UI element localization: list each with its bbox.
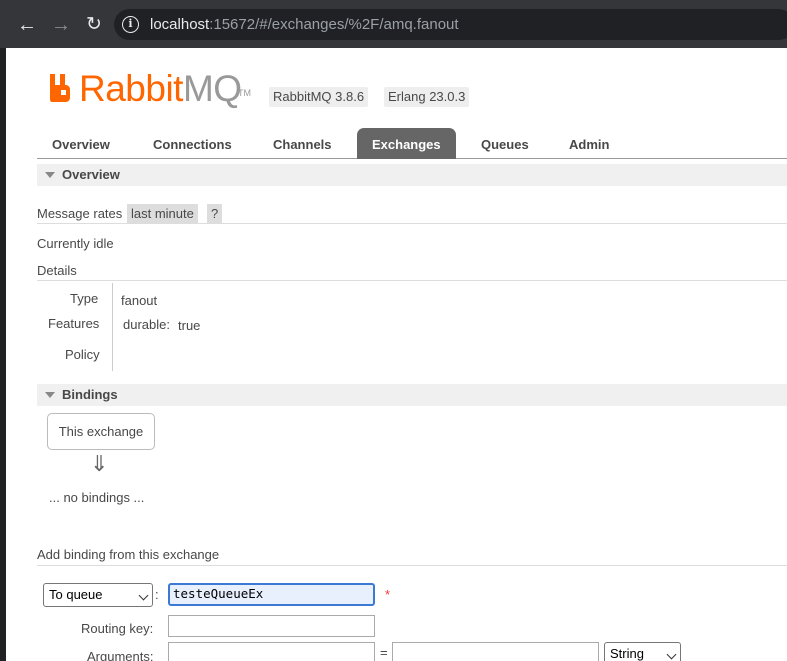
add-binding-title: Add binding from this exchange: [37, 547, 220, 562]
policy-label: Policy: [65, 347, 100, 362]
url-host: localhost: [150, 16, 210, 33]
bindings-heading: Bindings: [62, 387, 118, 402]
destination-queue-input[interactable]: testeQueueEx: [168, 583, 375, 606]
durable-key: durable:: [123, 317, 170, 332]
argument-type-select[interactable]: String: [604, 642, 681, 661]
page-content: RabbitMQ TM RabbitMQ 3.8.6 Erlang 23.0.3…: [6, 48, 787, 661]
details-label: Details: [37, 263, 77, 278]
tab-exchanges[interactable]: Exchanges: [357, 128, 456, 159]
tab-queues[interactable]: Queues: [466, 128, 544, 159]
destination-type-select[interactable]: To queue: [43, 583, 153, 607]
site-info-icon[interactable]: i: [122, 16, 139, 33]
url-text[interactable]: localhost:15672/#/exchanges/%2F/amq.fano…: [150, 16, 459, 33]
argument-value-input[interactable]: [392, 642, 599, 661]
status-text: Currently idle: [37, 236, 114, 251]
arguments-label: Arguments:: [87, 649, 154, 661]
back-arrow-icon[interactable]: ←: [14, 12, 40, 38]
message-rates-label: Message rates: [37, 206, 123, 221]
routing-key-input[interactable]: [168, 615, 375, 637]
rabbitmq-logo-icon: [50, 74, 70, 102]
logo-rabbit-text: Rabbit: [79, 68, 183, 109]
collapse-triangle-icon: [45, 392, 55, 398]
details-separator: [112, 283, 113, 371]
tab-connections[interactable]: Connections: [138, 128, 247, 159]
tab-admin[interactable]: Admin: [554, 128, 624, 159]
features-label: Features: [48, 316, 100, 331]
logo-mq-text: MQ: [182, 68, 242, 109]
required-mark: *: [385, 587, 391, 602]
help-button[interactable]: ?: [207, 204, 223, 223]
no-bindings-text: ... no bindings ...: [49, 490, 145, 505]
app-root: ← → ↻ i localhost:15672/#/exchanges/%2F/…: [0, 0, 787, 661]
overview-section-header[interactable]: Overview: [37, 164, 787, 186]
bindings-section-header[interactable]: Bindings: [37, 384, 787, 406]
address-bar[interactable]: i localhost:15672/#/exchanges/%2F/amq.fa…: [114, 9, 787, 40]
destination-type-value: To queue: [49, 587, 103, 602]
tab-overview[interactable]: Overview: [37, 128, 125, 159]
destination-colon: :: [155, 587, 159, 602]
durable-value: true: [178, 318, 201, 333]
logo-trademark: TM: [238, 88, 251, 98]
url-path: :15672/#/exchanges/%2F/amq.fanout: [209, 16, 459, 33]
down-arrow-icon: ⇓: [90, 451, 109, 476]
divider: [37, 565, 787, 566]
browser-toolbar: ← → ↻ i localhost:15672/#/exchanges/%2F/…: [0, 0, 787, 48]
chevron-down-icon: [666, 649, 677, 660]
divider: [37, 280, 787, 281]
argument-type-value: String: [610, 646, 644, 661]
forward-arrow-icon[interactable]: →: [48, 12, 74, 38]
logo-wordmark: RabbitMQ: [79, 68, 242, 110]
routing-key-label: Routing key:: [81, 621, 154, 636]
type-value: fanout: [121, 293, 158, 308]
rate-range-selector[interactable]: last minute: [127, 204, 198, 223]
overview-heading: Overview: [62, 167, 120, 182]
argument-key-input[interactable]: [168, 642, 375, 661]
main-tabs: Overview Connections Channels Exchanges …: [37, 128, 787, 159]
tab-channels[interactable]: Channels: [258, 128, 347, 159]
this-exchange-box: This exchange: [47, 413, 155, 450]
equals-sign: =: [380, 645, 388, 660]
collapse-triangle-icon: [45, 172, 55, 178]
reload-icon[interactable]: ↻: [81, 12, 107, 38]
erlang-version-badge: Erlang 23.0.3: [384, 87, 470, 107]
type-label: Type: [70, 291, 99, 306]
chevron-down-icon: [138, 590, 149, 601]
rabbitmq-version-badge: RabbitMQ 3.8.6: [269, 87, 369, 107]
divider: [37, 223, 787, 224]
